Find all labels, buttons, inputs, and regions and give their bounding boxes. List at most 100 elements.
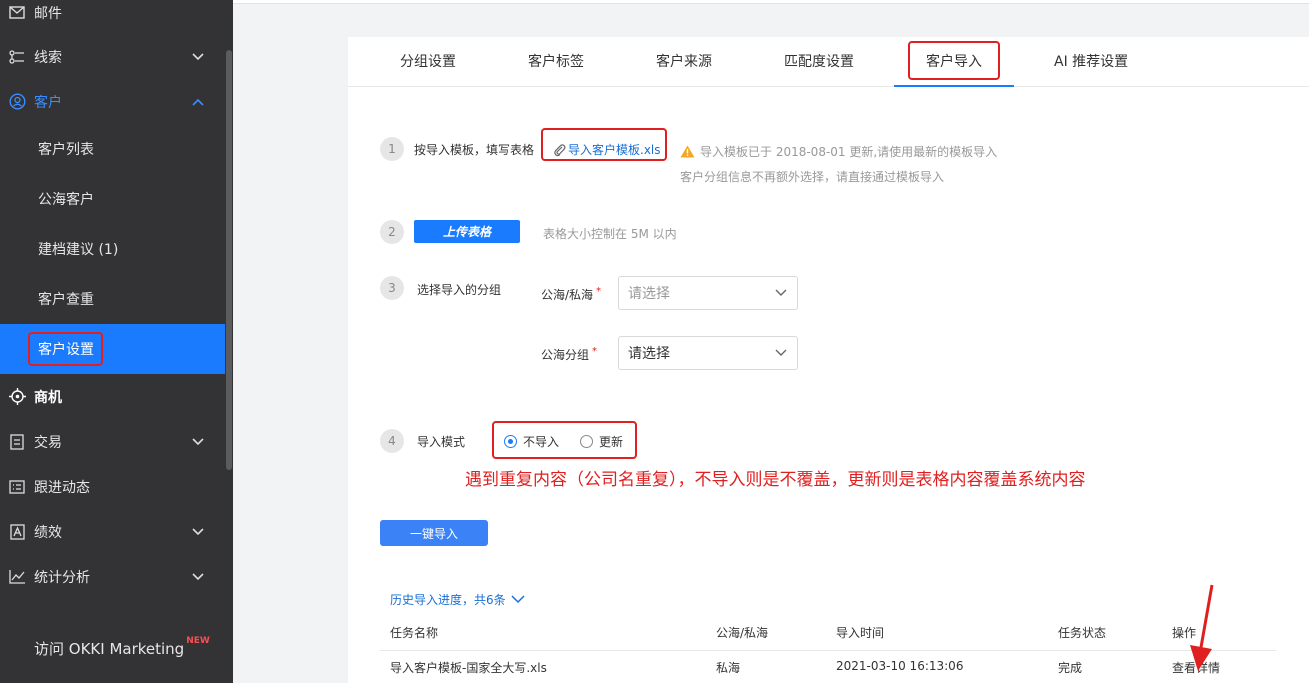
sidebar-item-label: 跟进动态 (34, 479, 90, 496)
radio-label: 不导入 (523, 435, 560, 449)
sidebar-item-label: 统计分析 (34, 569, 90, 586)
settings-card: 分组设置 客户标签 客户来源 匹配度设置 客户导入 AI 推荐设置 1 按导入模… (348, 37, 1309, 683)
pool-type-label-text: 公海/私海 (541, 288, 594, 302)
paperclip-icon (554, 143, 566, 156)
chevron-down-icon (511, 595, 525, 604)
customer-icon (8, 93, 26, 111)
tab-match-settings[interactable]: 匹配度设置 (784, 51, 854, 71)
step3-label: 选择导入的分组 (417, 283, 502, 297)
pool-type-select[interactable]: 请选择 (618, 276, 798, 310)
template-link-text: 导入客户模板.xls (568, 143, 661, 157)
template-download-link[interactable]: 导入客户模板.xls (553, 141, 661, 158)
status-cell: 完成 (1058, 661, 1083, 675)
notice-line-2: 客户分组信息不再额外选择，请直接通过模板导入 (680, 170, 945, 184)
okki-label: 访问 OKKI Marketing (34, 640, 185, 658)
pool-cell: 私海 (716, 661, 741, 675)
sidebar-item-analytics[interactable]: 统计分析 (0, 554, 225, 599)
sidebar-item-customer[interactable]: 客户 (0, 79, 225, 124)
tab-ai-recommend[interactable]: AI 推荐设置 (1054, 51, 1128, 71)
leads-icon (8, 48, 26, 66)
public-group-label-text: 公海分组 (541, 348, 590, 362)
tab-group-settings[interactable]: 分组设置 (400, 51, 456, 71)
active-tab-indicator (894, 85, 1014, 87)
chevron-down-icon (775, 349, 787, 356)
time-cell: 2021-03-10 16:13:06 (836, 659, 964, 673)
sidebar-scrollbar[interactable] (226, 50, 232, 470)
warning-icon (680, 145, 695, 158)
history-title: 历史导入进度，共6条 (390, 593, 506, 607)
column-header: 公海/私海 (716, 626, 769, 640)
sidebar-item-mail[interactable]: 邮件 (0, 0, 225, 35)
radio-update[interactable]: 更新 (580, 433, 623, 450)
radio-dot-selected (504, 435, 517, 448)
sidebar-item-follow-up[interactable]: 跟进动态 (0, 464, 225, 509)
radio-label: 更新 (599, 435, 624, 449)
sidebar-item-opportunity[interactable]: 商机 (0, 374, 225, 419)
column-header: 导入时间 (836, 626, 885, 640)
radio-no-import[interactable]: 不导入 (504, 433, 559, 450)
chevron-down-icon (192, 437, 204, 445)
sidebar-item-label: 商机 (34, 389, 62, 406)
sidebar-item-filing-suggestions[interactable]: 建档建议 (1) (0, 226, 225, 271)
sidebar-item-customer-list[interactable]: 客户列表 (0, 126, 225, 171)
required-mark: * (592, 346, 598, 357)
sidebar-item-label: 公海客户 (38, 191, 94, 208)
analytics-icon (8, 568, 26, 586)
select-value: 请选择 (628, 286, 670, 302)
chevron-down-icon (192, 52, 204, 60)
step1-label: 按导入模板，填写表格 (414, 143, 535, 157)
notice-line-1: 导入模板已于 2018-08-01 更新,请使用最新的模板导入 (700, 145, 998, 159)
history-toggle[interactable]: 历史导入进度，共6条 (390, 591, 525, 608)
column-header: 任务状态 (1058, 626, 1107, 640)
step4-label: 导入模式 (417, 435, 466, 449)
chevron-down-icon (775, 289, 787, 296)
performance-icon (8, 523, 26, 541)
tab-customer-tags[interactable]: 客户标签 (528, 51, 584, 71)
sidebar-item-leads[interactable]: 线索 (0, 34, 225, 79)
opportunity-icon (8, 388, 26, 406)
sidebar: 邮件 线索 客户 客户列表 公海客户 建档建议 (1) 客户查重 客户设置 商机 (0, 0, 233, 683)
chevron-down-icon (192, 527, 204, 535)
chevron-up-icon (192, 98, 204, 106)
upload-size-hint: 表格大小控制在 5M 以内 (543, 227, 677, 241)
step-number: 3 (380, 276, 404, 300)
highlight-box (908, 41, 1000, 80)
arrow-annotation-icon (1190, 584, 1214, 671)
table-divider (380, 650, 1276, 651)
tab-bar: 分组设置 客户标签 客户来源 匹配度设置 客户导入 AI 推荐设置 (348, 37, 1309, 87)
one-click-import-button[interactable]: 一键导入 (380, 520, 488, 546)
required-mark: * (596, 286, 602, 297)
sidebar-item-label: 客户查重 (38, 291, 94, 308)
column-header: 任务名称 (390, 626, 439, 640)
template-notice: 导入模板已于 2018-08-01 更新,请使用最新的模板导入 (680, 143, 997, 160)
step-number: 2 (380, 220, 404, 244)
sidebar-item-label: 客户列表 (38, 141, 94, 158)
sidebar-item-duplicate-check[interactable]: 客户查重 (0, 276, 225, 321)
sidebar-item-trade[interactable]: 交易 (0, 419, 225, 464)
tab-customer-source[interactable]: 客户来源 (656, 51, 712, 71)
pool-type-label: 公海/私海 * (541, 286, 601, 303)
trade-icon (8, 433, 26, 451)
radio-dot (580, 435, 593, 448)
sidebar-item-label: 绩效 (34, 524, 62, 541)
annotation-text: 遇到重复内容（公司名重复），不导入则是不覆盖，更新则是表格内容覆盖系统内容 (465, 470, 1086, 490)
okki-marketing-link[interactable]: 访问 OKKI Marketing NEW (34, 636, 210, 659)
sidebar-item-label: 客户 (34, 94, 62, 111)
task-name-cell: 导入客户模板-国家全大写.xls (390, 661, 547, 675)
top-strip (233, 0, 1309, 4)
step-number: 4 (380, 429, 404, 453)
public-group-select[interactable]: 请选择 (618, 336, 798, 370)
sidebar-item-label: 交易 (34, 434, 62, 451)
chevron-down-icon (192, 572, 204, 580)
sidebar-item-label: 线索 (34, 49, 62, 66)
sidebar-item-label: 建档建议 (1) (38, 241, 119, 258)
sidebar-item-performance[interactable]: 绩效 (0, 509, 225, 554)
sidebar-item-label: 邮件 (34, 5, 62, 22)
upload-spreadsheet-button[interactable]: 上传表格 (414, 220, 520, 243)
follow-up-icon (8, 478, 26, 496)
new-badge: NEW (186, 636, 210, 646)
highlight-box (28, 332, 103, 366)
public-group-label: 公海分组 * (541, 346, 597, 363)
step-number: 1 (380, 137, 404, 161)
sidebar-item-public-customers[interactable]: 公海客户 (0, 176, 225, 221)
